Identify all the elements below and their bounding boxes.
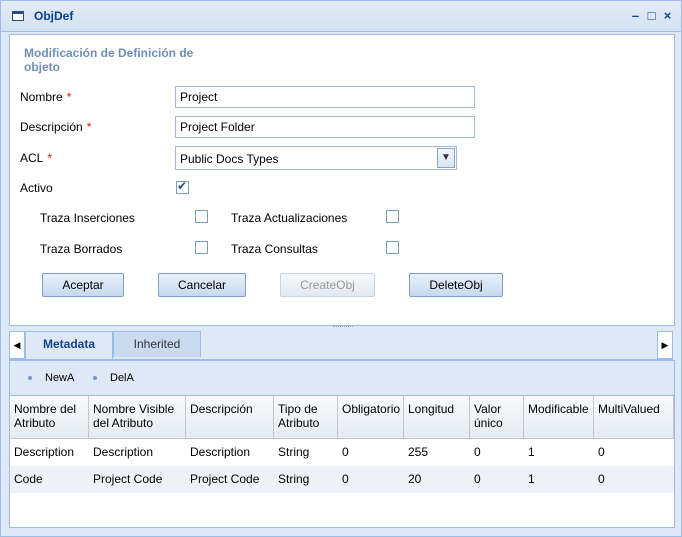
descripcion-field[interactable] [175, 116, 475, 138]
cell-unique: 0 [474, 472, 481, 486]
column-header[interactable]: MultiValued [594, 396, 674, 439]
delete-obj-button[interactable]: DeleteObj [409, 273, 503, 297]
descripcion-label: Descripción * [20, 120, 91, 134]
window-icon [12, 11, 24, 21]
delete-icon [93, 376, 97, 380]
column-header[interactable]: Longitud [404, 396, 470, 439]
table-row[interactable]: Description Description Description Stri… [10, 439, 674, 466]
traza-inserciones-checkbox[interactable] [195, 210, 208, 223]
objdef-window: ObjDef – □ × Modificación de Definición … [0, 0, 682, 537]
cell-multivalued: 0 [598, 472, 605, 486]
required-mark: * [86, 120, 92, 134]
traza-consultas-checkbox[interactable] [386, 241, 399, 254]
acl-label-text: ACL [20, 151, 44, 165]
aceptar-button[interactable]: Aceptar [42, 273, 124, 297]
acl-label: ACL * [20, 151, 52, 165]
cancelar-button[interactable]: Cancelar [158, 273, 246, 297]
create-obj-button[interactable]: CreateObj [280, 273, 375, 297]
chevron-down-icon[interactable]: ▼ [437, 148, 455, 168]
table-row[interactable]: Code Project Code Project Code String 0 … [10, 466, 674, 493]
acl-select-value: Public Docs Types [180, 152, 279, 166]
cell-unique: 0 [474, 445, 481, 459]
scroll-left-icon[interactable]: ◀ [9, 331, 25, 359]
panel-splitter[interactable] [333, 326, 353, 329]
column-header[interactable]: Tipo de Atributo [274, 396, 338, 439]
traza-inserciones-label: Traza Inserciones [40, 211, 135, 225]
cell-required: 0 [342, 472, 349, 486]
nombre-label-text: Nombre [20, 90, 63, 104]
cell-description: Description [190, 445, 251, 459]
tab-inherited[interactable]: Inherited [113, 331, 201, 357]
grid-toolbar: NewA DelA [10, 361, 674, 396]
nombre-label: Nombre * [20, 90, 71, 104]
scroll-right-icon[interactable]: ▶ [657, 331, 673, 359]
metadata-panel: NewA DelA Nombre del Atributo Nombre Vis… [9, 360, 675, 528]
cell-multivalued: 0 [598, 445, 605, 459]
section-title: Modificación de Definición de objeto [24, 46, 194, 74]
nombre-field[interactable] [175, 86, 475, 108]
column-header[interactable]: Nombre Visible del Atributo [89, 396, 186, 439]
maximize-icon[interactable]: □ [645, 9, 658, 22]
cell-type: String [278, 472, 310, 486]
cell-visible-name: Project Code [93, 472, 163, 486]
cell-modifiable: 1 [528, 445, 535, 459]
column-header[interactable]: Obligatorio [338, 396, 404, 439]
cell-attribute-name: Description [14, 445, 75, 459]
traza-borrados-label: Traza Borrados [40, 242, 123, 256]
tab-metadata[interactable]: Metadata [25, 331, 113, 359]
cell-length: 20 [408, 472, 422, 486]
traza-actualizaciones-checkbox[interactable] [386, 210, 399, 223]
cell-modifiable: 1 [528, 472, 535, 486]
descripcion-label-text: Descripción [20, 120, 83, 134]
required-mark: * [66, 90, 72, 104]
delete-attribute-button[interactable]: DelA [110, 372, 134, 384]
column-header[interactable]: Valor único [470, 396, 524, 439]
column-header[interactable]: Descripción [186, 396, 274, 439]
title-bar[interactable]: ObjDef – □ × [1, 1, 681, 32]
cell-type: String [278, 445, 310, 459]
window-title: ObjDef [34, 9, 74, 23]
column-header[interactable]: Nombre del Atributo [10, 396, 89, 439]
object-definition-form: Modificación de Definición de objeto Nom… [9, 34, 675, 326]
column-header[interactable]: Modificable [524, 396, 594, 439]
minimize-icon[interactable]: – [629, 9, 642, 22]
traza-consultas-label: Traza Consultas [231, 242, 318, 256]
cell-visible-name: Description [93, 445, 154, 459]
activo-checkbox[interactable] [176, 179, 189, 194]
tab-bar: ◀ Metadata Inherited ▶ [9, 331, 673, 360]
acl-select[interactable]: Public Docs Types ▼ [175, 146, 457, 170]
cell-length: 255 [408, 445, 429, 459]
traza-borrados-checkbox[interactable] [195, 241, 208, 254]
traza-actualizaciones-label: Traza Actualizaciones [231, 211, 348, 225]
close-icon[interactable]: × [661, 9, 674, 22]
cell-attribute-name: Code [14, 472, 43, 486]
required-mark: * [47, 151, 53, 165]
cell-required: 0 [342, 445, 349, 459]
activo-label: Activo [20, 181, 53, 195]
new-icon [28, 376, 32, 380]
cell-description: Project Code [190, 472, 260, 486]
new-attribute-button[interactable]: NewA [45, 372, 74, 384]
